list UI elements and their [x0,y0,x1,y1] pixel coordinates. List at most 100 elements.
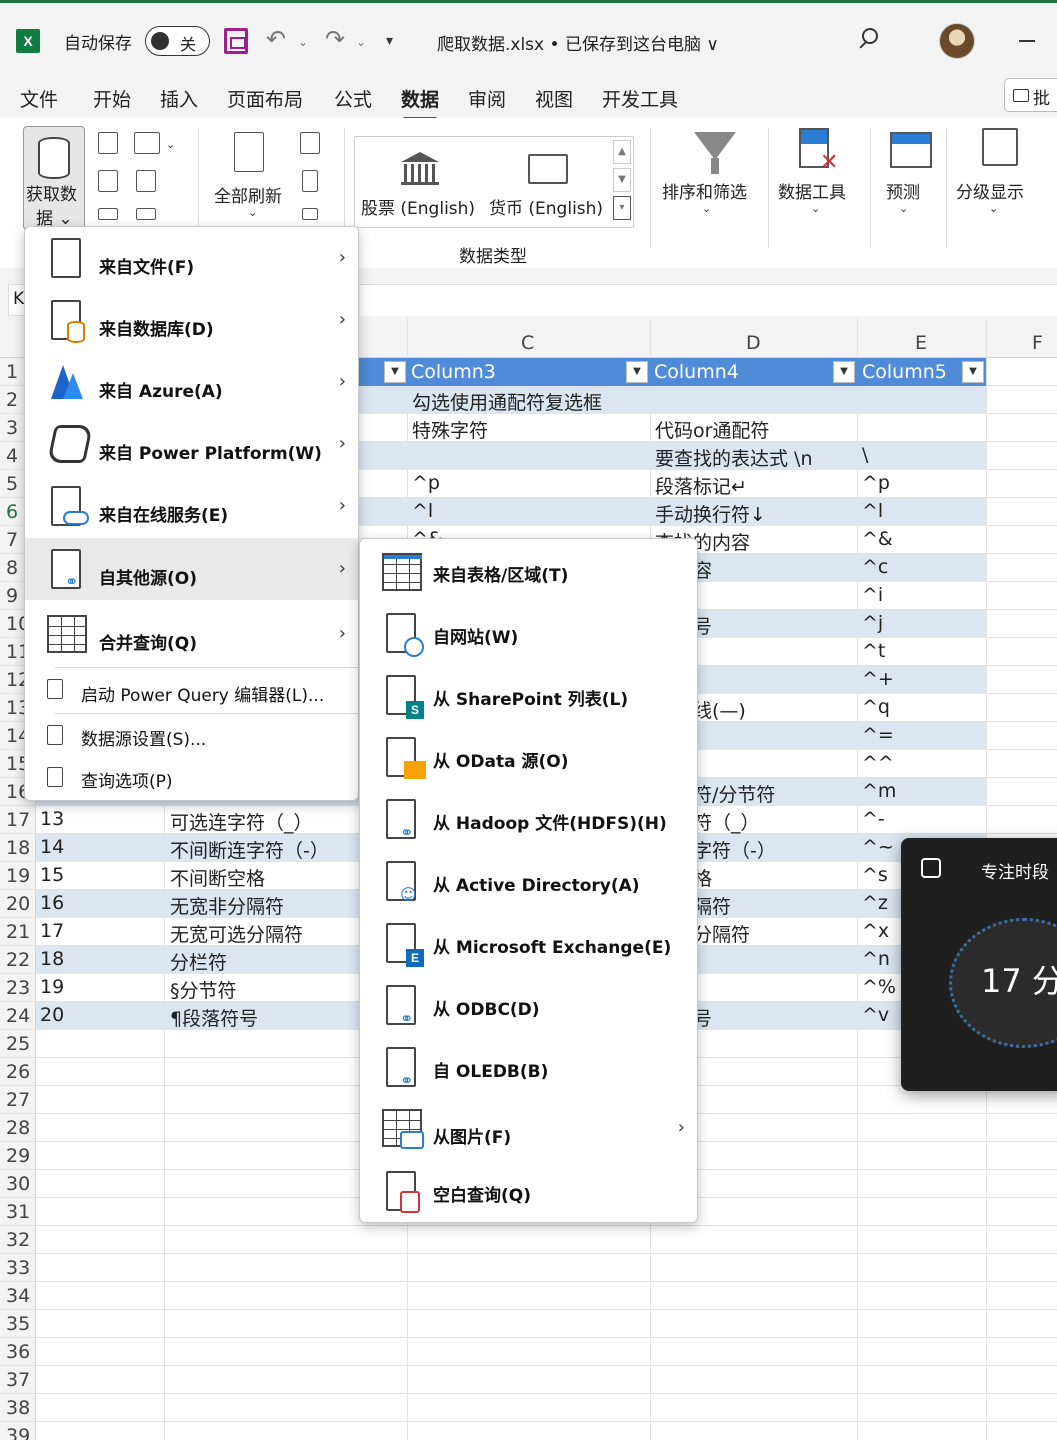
currency-button[interactable]: 货币 (English) [489,194,603,219]
cell-e[interactable]: ^~ [862,836,894,858]
row-number[interactable]: 20 [0,893,36,915]
cell-a[interactable]: 14 [40,836,64,858]
menu-item-from-oledb[interactable]: ⚭ 自 OLEDB(B) [360,1035,697,1097]
cell-b[interactable]: §分节符 [170,976,237,1003]
sort-filter-button[interactable]: 排序和筛选 [662,178,747,203]
column-header-e[interactable]: E [915,332,927,354]
menu-item-combine-queries[interactable]: 合并查询(Q) › [25,605,358,667]
row-number[interactable]: 33 [0,1257,36,1279]
menu-item-from-odata[interactable]: 从 OData 源(O) [360,725,697,787]
cell-b[interactable]: 不间断连字符（-） [170,836,329,863]
menu-item-from-other-sources[interactable]: ⚭ 自其他源(O) › [25,538,358,600]
cell-b[interactable]: 可选连字符（_） [170,808,313,835]
row-number[interactable]: 34 [0,1285,36,1307]
cell-b[interactable]: 分栏符 [170,948,227,975]
tab-developer[interactable]: 开发工具 [602,85,678,112]
column-header-f[interactable]: F [1032,332,1043,354]
menu-item-query-options[interactable]: 查询选项(P) [25,757,358,801]
gallery-up-icon[interactable]: ▲ [613,140,631,164]
recent-sources-icon[interactable] [136,170,156,192]
cell-e[interactable]: ^n [862,948,890,970]
cell-b[interactable]: 不间断空格 [170,864,265,891]
existing-connections-icon[interactable] [98,208,118,220]
properties-icon[interactable] [302,170,318,192]
minimize-icon[interactable] [1019,40,1035,42]
row-number[interactable]: 37 [0,1369,36,1391]
filter-dropdown-icon[interactable]: ▼ [384,361,406,383]
search-icon[interactable] [862,28,878,44]
data-tools-button[interactable]: 数据工具 [778,178,846,203]
outline-button[interactable]: 分级显示 [956,178,1024,203]
row-number[interactable]: 18 [0,837,36,859]
menu-item-from-odbc[interactable]: ⚭ 从 ODBC(D) [360,973,697,1035]
cell-c[interactable]: ^p [412,472,440,494]
row-number[interactable]: 31 [0,1201,36,1223]
forecast-button[interactable]: 预测 [886,178,920,203]
row-number[interactable]: 23 [0,977,36,999]
menu-item-from-azure[interactable]: 来自 Azure(A) › [25,351,358,413]
focus-session-widget[interactable]: 专注时段 17 分钟 [901,838,1057,1091]
cell-e[interactable]: ^t [862,640,885,662]
menu-item-from-exchange[interactable]: E 从 Microsoft Exchange(E) [360,911,697,973]
cell-e[interactable]: \ [862,444,868,466]
row-number[interactable]: 22 [0,949,36,971]
table-row[interactable]: 38 [0,1394,1057,1422]
tab-insert[interactable]: 插入 [160,85,198,112]
filter-dropdown-icon[interactable]: ▼ [626,361,648,383]
cell-d[interactable]: 代码or通配符 [655,416,769,443]
cell-e[interactable]: ^^ [862,752,894,774]
row-number[interactable]: 17 [0,809,36,831]
table-row[interactable]: 32 [0,1226,1057,1254]
menu-item-from-power-platform[interactable]: 来自 Power Platform(W) › [25,413,358,475]
stocks-button[interactable]: 股票 (English) [361,194,475,219]
gallery-down-icon[interactable]: ▼ [613,168,631,192]
cell-c[interactable]: 特殊字符 [412,416,488,443]
cell-e[interactable]: ^q [862,696,890,718]
cell-e[interactable]: ^p [862,472,890,494]
table-header-cell[interactable]: Column4 [654,361,739,383]
row-number[interactable]: 28 [0,1117,36,1139]
menu-item-from-active-directory[interactable]: ☺ 从 Active Directory(A) [360,849,697,911]
from-web-icon[interactable] [98,170,118,192]
cell-a[interactable]: 19 [40,976,64,998]
cell-e[interactable]: ^- [862,808,885,830]
save-icon[interactable] [224,28,248,54]
cell-a[interactable]: 13 [40,808,64,830]
expand-icon[interactable] [921,858,941,878]
filter-dropdown-icon[interactable]: ▼ [962,361,984,383]
avatar[interactable] [939,23,975,59]
cell-c[interactable]: 勾选使用通配符复选框 [412,388,602,415]
cell-c[interactable]: ^l [412,500,433,522]
cell-e[interactable]: ^j [862,612,883,634]
menu-item-launch-power-query[interactable]: 启动 Power Query 编辑器(L)... [25,669,358,713]
row-number[interactable]: 21 [0,921,36,943]
table-header-cell[interactable]: Column3 [411,361,496,383]
cell-e[interactable]: ^m [862,780,896,802]
menu-item-from-table-range[interactable]: 来自表格/区域(T) [360,539,697,601]
redo-icon[interactable]: ↷ [325,25,345,53]
cell-e[interactable]: ^= [862,724,894,746]
cell-e[interactable]: ^l [862,500,883,522]
cell-e[interactable]: ^& [862,528,893,550]
row-number[interactable]: 27 [0,1089,36,1111]
gallery-more-icon[interactable]: ▾ [613,196,631,220]
cell-e[interactable]: ^x [862,920,889,942]
tab-home[interactable]: 开始 [93,85,131,112]
cell-d[interactable]: 手动换行符↓ [655,500,766,527]
row-number[interactable]: 35 [0,1313,36,1335]
queries-connections-icon[interactable] [300,132,320,154]
formula-input[interactable] [360,284,1057,316]
row-number[interactable]: 29 [0,1145,36,1167]
cell-d[interactable]: 段落标记↵ [655,472,747,499]
from-table-icon[interactable] [134,132,160,154]
menu-item-from-hadoop[interactable]: ⚭ 从 Hadoop 文件(HDFS)(H) [360,787,697,849]
column-header-c[interactable]: C [521,332,534,354]
cell-e[interactable]: ^+ [862,668,894,690]
refresh-all-icon[interactable] [234,132,264,172]
column-header-d[interactable]: D [746,332,761,354]
row-number[interactable]: 19 [0,865,36,887]
tab-page-layout[interactable]: 页面布局 [227,85,303,112]
cell-a[interactable]: 15 [40,864,64,886]
cell-a[interactable]: 17 [40,920,64,942]
tab-file[interactable]: 文件 [20,85,58,112]
